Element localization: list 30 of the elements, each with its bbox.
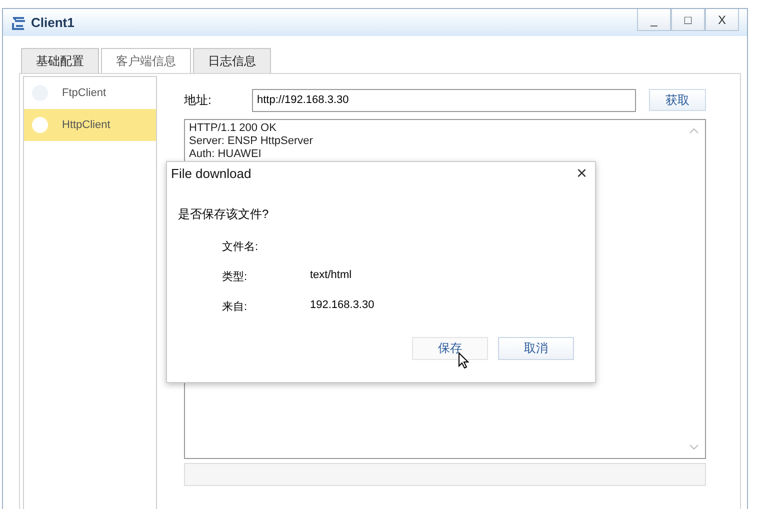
response-line: Server: ENSP HttpServer: [189, 135, 313, 148]
window-title: Client1: [31, 15, 74, 30]
tab[interactable]: 基础配置: [21, 48, 99, 73]
address-label: 地址:: [184, 92, 212, 108]
field-label: 类型:: [222, 270, 248, 283]
scroll-down-icon[interactable]: [689, 444, 699, 450]
sidebar-item[interactable]: FtpClient: [24, 77, 156, 109]
circle-icon: [32, 117, 48, 133]
minimize-button[interactable]: _: [637, 9, 671, 31]
tab[interactable]: 客户端信息: [101, 48, 191, 73]
cursor-icon: [458, 352, 469, 369]
tab[interactable]: 日志信息: [193, 48, 271, 73]
dialog-button[interactable]: 取消: [498, 337, 574, 360]
dialog-question: 是否保存该文件?: [178, 206, 270, 223]
close-button[interactable]: ×: [576, 162, 587, 184]
dialog-button[interactable]: 保存: [412, 337, 488, 360]
dialog-title: File download: [171, 166, 252, 180]
field-label: 来自:: [222, 300, 248, 313]
app-icon: [11, 14, 27, 30]
response-line: Auth: HUAWEI: [189, 148, 262, 161]
field-label: 文件名:: [222, 240, 260, 253]
sidebar-item[interactable]: HttpClient: [24, 109, 156, 141]
fetch-button[interactable]: 获取: [649, 89, 706, 111]
response-line: HTTP/1.1 200 OK: [189, 122, 276, 135]
field-value: 192.168.3.30: [310, 299, 374, 313]
field-value: text/html: [310, 269, 352, 283]
scroll-up-icon[interactable]: [689, 128, 699, 134]
maximize-button[interactable]: □: [671, 9, 705, 31]
close-button[interactable]: X: [705, 9, 739, 31]
address-field[interactable]: http://192.168.3.30: [252, 88, 636, 112]
